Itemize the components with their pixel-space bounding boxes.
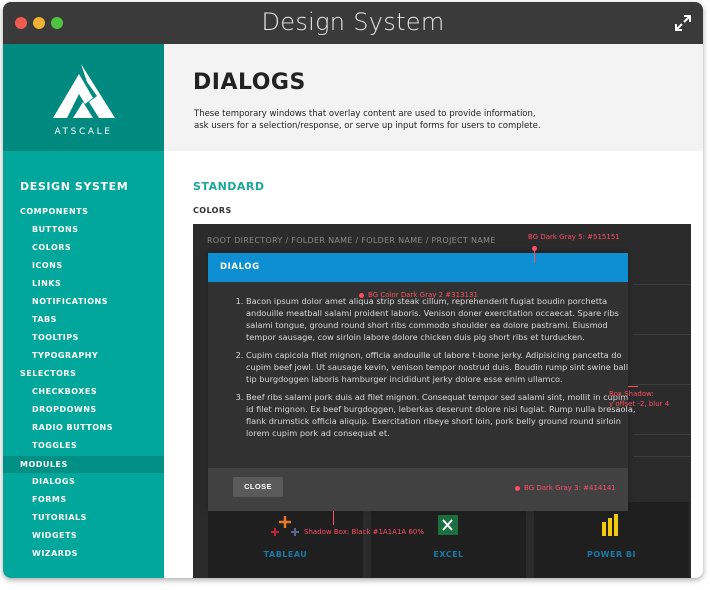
page-description: These temporary windows that overlay con…: [194, 109, 541, 131]
list-item: Bacon ipsum dolor amet aliqua strip stea…: [246, 295, 636, 343]
tile-excel[interactable]: EXCEL: [371, 502, 526, 578]
breadcrumb: ROOT DIRECTORY / FOLDER NAME / FOLDER NA…: [207, 236, 496, 245]
annotation-marker: [515, 486, 520, 491]
sidebar-item-wizards[interactable]: WIZARDS: [32, 549, 78, 558]
sidebar: ATSCALE DESIGN SYSTEM COMPONENTS BUTTONS…: [3, 44, 164, 578]
list-item: Cupim capicola filet mignon, officia and…: [246, 349, 636, 385]
logo-text: ATSCALE: [54, 127, 113, 137]
annotation-line: [333, 511, 334, 525]
close-button[interactable]: CLOSE: [233, 477, 283, 497]
annotation-bg-color-dark-gray-2: BG Color Dark Gray 2 #313131: [368, 291, 478, 299]
sidebar-item-widgets[interactable]: WIDGETS: [32, 531, 77, 540]
annotation-bg-dark-gray-3: BG Dark Gray 3: #414141: [524, 484, 616, 492]
sidebar-item-toggles[interactable]: TOGGLES: [32, 441, 77, 450]
annotation-box-shadow-detail: y offset -2, blur 4: [609, 400, 670, 408]
nav-group-components[interactable]: COMPONENTS: [20, 207, 88, 216]
sidebar-item-tutorials[interactable]: TUTORIALS: [32, 513, 87, 522]
sidebar-item-radio-buttons[interactable]: RADIO BUTTONS: [32, 423, 113, 432]
sidebar-item-forms[interactable]: FORMS: [32, 495, 67, 504]
annotation-shadow-box: Shadow Box: Black #1A1A1A 60%: [304, 528, 424, 536]
page-header: DIALOGS These temporary windows that ove…: [164, 44, 703, 151]
sidebar-item-links[interactable]: LINKS: [32, 279, 61, 288]
dialog-preview-stage: ROOT DIRECTORY / FOLDER NAME / FOLDER NA…: [193, 224, 691, 578]
atscale-logo-icon: [53, 64, 115, 118]
sidebar-item-colors[interactable]: COLORS: [32, 243, 71, 252]
section-title: STANDARD: [193, 180, 265, 193]
sidebar-item-tooltips[interactable]: TOOLTIPS: [32, 333, 79, 342]
sidebar-item-buttons[interactable]: BUTTONS: [32, 225, 78, 234]
sidebar-item-notifications[interactable]: NOTIFICATIONS: [32, 297, 108, 306]
excel-icon: [438, 515, 458, 535]
tile-power-bi[interactable]: POWER BI: [534, 502, 689, 578]
tile-tableau[interactable]: TABLEAU: [208, 502, 363, 578]
tile-label: POWER BI: [587, 550, 636, 559]
sidebar-item-dropdowns[interactable]: DROPDOWNS: [32, 405, 97, 414]
sidebar-item-dialogs[interactable]: DIALOGS: [32, 477, 75, 486]
title-bar: Design System: [3, 2, 703, 44]
annotation-bg-dark-gray-5: BG Dark Gray 5: #515151: [528, 233, 620, 241]
list-item: Beef ribs salami pork duis ad filet mign…: [246, 391, 636, 439]
dialog-title: DIALOG: [220, 262, 260, 272]
subsection-title: COLORS: [193, 206, 232, 215]
sidebar-title: DESIGN SYSTEM: [20, 180, 129, 193]
tile-label: EXCEL: [433, 550, 464, 559]
dialog-header: DIALOG: [208, 253, 628, 282]
dialog-list: Bacon ipsum dolor amet aliqua strip stea…: [222, 295, 636, 445]
logo-area: ATSCALE: [3, 44, 164, 151]
tile-label: TABLEAU: [263, 550, 308, 559]
sidebar-item-typography[interactable]: TYPOGRAPHY: [32, 351, 98, 360]
sidebar-item-checkboxes[interactable]: CHECKBOXES: [32, 387, 97, 396]
power-bi-icon: [602, 514, 618, 536]
app-window: Design System ATSCALE DESIGN SYSTEM COMP…: [3, 2, 703, 578]
annotation-box-shadow: Box Shadow:: [609, 390, 654, 398]
dialog-body: Bacon ipsum dolor amet aliqua strip stea…: [208, 282, 635, 468]
main-content: DIALOGS These temporary windows that ove…: [164, 44, 703, 578]
sidebar-item-tabs[interactable]: TABS: [32, 315, 57, 324]
annotation-line: [534, 249, 535, 263]
nav-group-modules[interactable]: MODULES: [20, 460, 68, 469]
annotation-marker: [359, 293, 364, 298]
sidebar-item-icons[interactable]: ICONS: [32, 261, 63, 270]
nav-group-selectors[interactable]: SELECTORS: [20, 369, 76, 378]
tableau-icon: [271, 516, 299, 536]
annotation-line: [628, 386, 638, 387]
window-title: Design System: [261, 8, 445, 36]
expand-icon[interactable]: [675, 15, 691, 31]
page-title: DIALOGS: [193, 70, 306, 95]
